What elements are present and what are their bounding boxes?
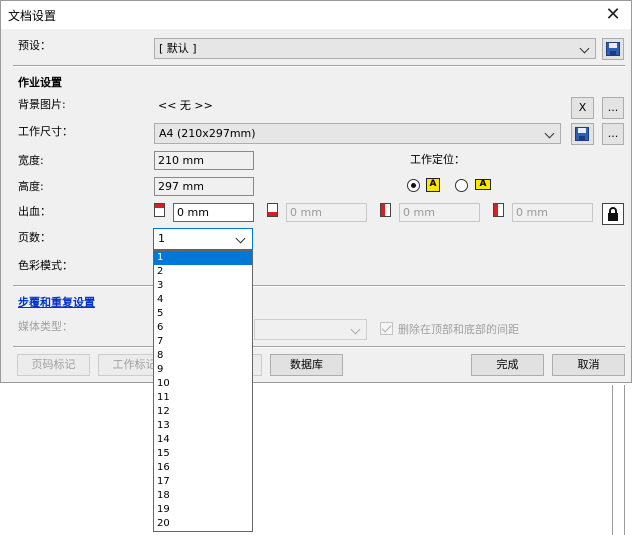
remove-spacing-checkbox[interactable]: [380, 322, 393, 335]
separator: [13, 65, 625, 67]
page-marks-button[interactable]: 页码标记: [17, 354, 90, 376]
close-icon: X: [578, 101, 587, 114]
position-b-icon: A: [475, 179, 491, 190]
pages-label: 页数：: [18, 231, 51, 244]
preset-select[interactable]: [ 默认 ]: [154, 38, 596, 59]
height-field[interactable]: 297 mm: [154, 177, 254, 196]
pages-option[interactable]: 18: [154, 489, 252, 503]
job-size-value: A4 (210x297mm): [159, 127, 256, 140]
bleed-top-field[interactable]: 0 mm: [173, 203, 254, 222]
bleed-right-icon: [493, 203, 504, 217]
pages-option[interactable]: 1: [154, 251, 252, 265]
pages-option[interactable]: 16: [154, 461, 252, 475]
background-image-value: << 无 >>: [158, 99, 213, 112]
dialog-title: 文档设置: [8, 9, 57, 23]
bleed-label: 出血：: [18, 205, 51, 218]
browse-background-button[interactable]: ...: [602, 97, 624, 119]
pages-value: 1: [158, 232, 165, 245]
save-icon: [575, 127, 589, 141]
pages-option[interactable]: 15: [154, 447, 252, 461]
database-button[interactable]: 数据库: [270, 354, 343, 376]
background-divider: [612, 385, 613, 535]
lock-body: [608, 213, 618, 221]
position-a-icon: A: [426, 178, 440, 192]
width-label: 宽度:: [18, 154, 44, 167]
width-field[interactable]: 210 mm: [154, 151, 254, 170]
pages-option[interactable]: 4: [154, 293, 252, 307]
chevron-down-icon: [544, 124, 556, 143]
bleed-top-icon: [154, 203, 165, 217]
finish-button[interactable]: 完成: [471, 354, 544, 376]
title-bar: 文档设置 ✕: [1, 1, 631, 29]
height-label: 高度:: [18, 180, 44, 193]
close-icon[interactable]: ✕: [601, 3, 625, 27]
bleed-bottom-field[interactable]: 0 mm: [286, 203, 367, 222]
document-settings-dialog: 文档设置 ✕ 预设： [ 默认 ] 作业设置 背景图片: << 无 >> X .…: [0, 0, 632, 383]
cancel-button[interactable]: 取消: [552, 354, 625, 376]
bleed-left-icon: [380, 203, 391, 217]
chevron-down-icon: [579, 39, 591, 58]
bleed-left-field[interactable]: 0 mm: [399, 203, 480, 222]
job-settings-heading: 作业设置: [18, 76, 62, 89]
pages-option[interactable]: 11: [154, 391, 252, 405]
media-type-label: 媒体类型：: [18, 320, 73, 333]
pages-option[interactable]: 6: [154, 321, 252, 335]
pages-option[interactable]: 3: [154, 279, 252, 293]
bleed-lock-button[interactable]: [602, 203, 624, 225]
save-job-size-button[interactable]: [571, 123, 594, 145]
job-size-more-button[interactable]: ...: [602, 123, 624, 145]
pages-option[interactable]: 8: [154, 349, 252, 363]
chevron-down-icon: [350, 320, 362, 339]
preset-label: 预设：: [18, 39, 51, 52]
pages-option[interactable]: 14: [154, 433, 252, 447]
pages-option[interactable]: 17: [154, 475, 252, 489]
step-repeat-link[interactable]: 步覆和重复设置: [18, 294, 95, 310]
pages-option[interactable]: 5: [154, 307, 252, 321]
pages-select[interactable]: 1: [153, 228, 253, 250]
ellipsis-icon: ...: [607, 127, 619, 140]
pages-option[interactable]: 10: [154, 377, 252, 391]
remove-spacing-label: 删除在顶部和底部的间距: [398, 323, 519, 336]
clear-background-button[interactable]: X: [571, 97, 594, 119]
bleed-bottom-icon: [267, 203, 278, 217]
position-radio-a[interactable]: [407, 179, 420, 192]
job-size-label: 工作尺寸：: [18, 125, 73, 138]
job-size-select[interactable]: A4 (210x297mm): [154, 123, 561, 144]
pages-option[interactable]: 2: [154, 265, 252, 279]
ellipsis-icon: ...: [607, 101, 619, 114]
pages-option[interactable]: 9: [154, 363, 252, 377]
separator: [13, 285, 625, 287]
chevron-down-icon: [235, 229, 247, 249]
save-icon: [606, 42, 620, 56]
media-type-select[interactable]: [254, 319, 367, 340]
pages-option[interactable]: 20: [154, 517, 252, 531]
background-divider: [624, 385, 625, 535]
save-preset-button[interactable]: [602, 38, 624, 60]
background-image-label: 背景图片:: [18, 98, 66, 111]
pages-option[interactable]: 19: [154, 503, 252, 517]
pages-option[interactable]: 13: [154, 419, 252, 433]
bleed-right-field[interactable]: 0 mm: [512, 203, 593, 222]
pages-option[interactable]: 12: [154, 405, 252, 419]
job-position-label: 工作定位：: [410, 153, 465, 166]
preset-value: [ 默认 ]: [159, 42, 197, 55]
separator: [13, 346, 625, 348]
pages-option[interactable]: 7: [154, 335, 252, 349]
position-radio-b[interactable]: [455, 179, 468, 192]
color-mode-label: 色彩模式：: [18, 259, 73, 272]
pages-dropdown-list[interactable]: 1 2 3 4 5 6 7 8 9 10 11 12 13 14 15 16 17 18 19 20: [153, 250, 253, 532]
